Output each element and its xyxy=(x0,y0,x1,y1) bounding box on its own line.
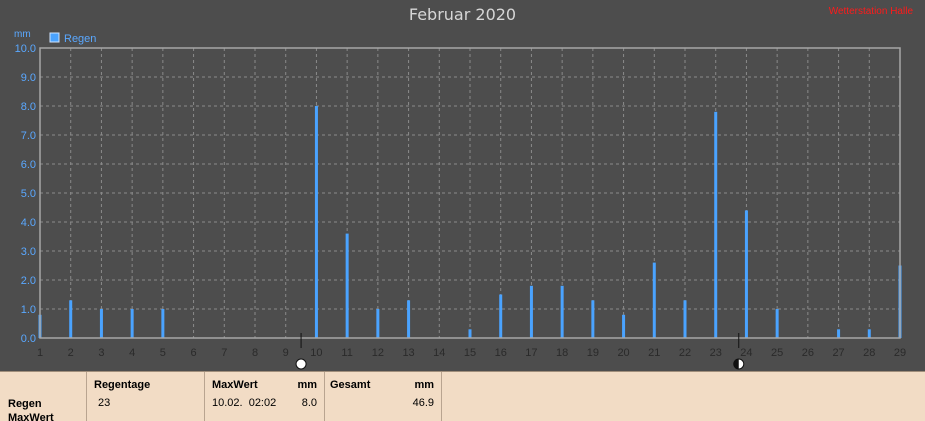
rain-chart: 0.01.02.03.04.05.06.07.08.09.010.01 2 3 4 5 6… xyxy=(14,29,906,370)
rain-bar xyxy=(69,300,73,338)
x-tick-label: 15 xyxy=(464,347,476,359)
rain-bar xyxy=(468,329,472,338)
x-tick-label: 8 xyxy=(252,347,258,359)
maxwert-header: MaxWert xyxy=(212,379,258,391)
gesamt-value: 46.9 xyxy=(412,397,434,409)
maxwert-value: 8.0 xyxy=(301,397,317,409)
legend-label: Regen xyxy=(64,33,96,45)
rain-bar xyxy=(314,106,318,338)
rain-bar xyxy=(161,309,165,338)
x-tick-label: 5 xyxy=(160,347,166,359)
grid xyxy=(40,48,900,338)
rain-bar xyxy=(683,300,687,338)
rain-bar xyxy=(591,300,595,338)
gesamt-cell: Gesamt mm 46.9 xyxy=(325,372,442,421)
y-tick-label: 3.0 xyxy=(21,246,36,258)
rain-bar xyxy=(837,329,841,338)
gesamt-unit: mm xyxy=(414,379,434,391)
x-tick-label: 6 xyxy=(191,347,197,359)
summary-row-labels: Regen MaxWert xyxy=(0,372,87,421)
x-tick-label: 14 xyxy=(433,347,445,359)
x-tick-label: 25 xyxy=(771,347,783,359)
x-tick-label: 12 xyxy=(372,347,384,359)
x-tick-label: 3 xyxy=(98,347,104,359)
regentage-header: Regentage xyxy=(94,379,151,391)
rain-bar xyxy=(407,300,411,338)
x-tick-label: 2 xyxy=(68,347,74,359)
x-tick-label: 18 xyxy=(556,347,568,359)
maxwert-date: 10.02. 02:02 xyxy=(212,397,277,409)
y-tick-label: 0.0 xyxy=(21,333,36,345)
rain-bar xyxy=(560,285,564,338)
y-tick-label: 7.0 xyxy=(21,130,36,142)
rain-bar xyxy=(714,111,718,338)
x-tick-label: 28 xyxy=(863,347,875,359)
y-tick-label: 8.0 xyxy=(21,101,36,113)
full-moon-icon xyxy=(295,358,307,370)
x-tick-label: 23 xyxy=(710,347,722,359)
y-tick-label: 4.0 xyxy=(21,217,36,229)
y-tick-label: 10.0 xyxy=(15,43,36,55)
rain-bar xyxy=(99,309,103,338)
maxwert-cell: MaxWert mm 10.02. 02:02 8.0 xyxy=(205,372,325,421)
rain-bar xyxy=(652,262,656,338)
x-tick-label: 19 xyxy=(587,347,599,359)
x-tick-label: 9 xyxy=(283,347,289,359)
moon-disc xyxy=(295,358,307,370)
rain-bar xyxy=(744,210,748,338)
maxwert-unit: mm xyxy=(297,379,317,391)
y-tick-label: 5.0 xyxy=(21,188,36,200)
regentage-value: 23 xyxy=(98,397,111,409)
rain-bar xyxy=(499,294,503,338)
regentage-cell: Regentage 23 xyxy=(87,372,205,421)
x-tick-label: 26 xyxy=(802,347,814,359)
x-tick-label: 11 xyxy=(341,347,352,359)
rain-bar xyxy=(775,309,779,338)
x-tick-label: 24 xyxy=(740,347,752,359)
y-tick-label: 9.0 xyxy=(21,72,36,84)
summary-panel: Regen MaxWert Regentage 23 MaxWert mm 10… xyxy=(0,371,925,421)
y-tick-label: 1.0 xyxy=(21,304,36,316)
x-tick-label: 21 xyxy=(648,347,660,359)
rain-bar xyxy=(130,309,134,338)
x-tick-label: 7 xyxy=(221,347,227,359)
x-tick-label: 13 xyxy=(402,347,414,359)
rain-bar xyxy=(867,329,871,338)
x-tick-label: 16 xyxy=(495,347,507,359)
x-tick-label: 10 xyxy=(310,347,322,359)
gesamt-header: Gesamt xyxy=(330,379,371,391)
y-axis-unit: mm xyxy=(14,29,31,40)
x-tick-label: 29 xyxy=(894,347,906,359)
x-tick-label: 4 xyxy=(129,347,135,359)
x-tick-label: 17 xyxy=(525,347,537,359)
rain-bar xyxy=(345,233,349,338)
x-tick-label: 20 xyxy=(617,347,629,359)
y-tick-label: 2.0 xyxy=(21,275,36,287)
new-moon-icon xyxy=(733,358,745,370)
rain-bar xyxy=(622,314,626,338)
row-label-regen: Regen xyxy=(8,398,42,410)
rain-bar xyxy=(376,309,380,338)
y-tick-label: 6.0 xyxy=(21,159,36,171)
x-tick-label: 27 xyxy=(832,347,844,359)
moon-shadow xyxy=(733,359,739,369)
x-tick-label: 22 xyxy=(679,347,691,359)
legend-swatch xyxy=(49,32,60,43)
x-tick-label: 1 xyxy=(37,347,43,359)
legend: Regen xyxy=(49,32,96,45)
rain-bar xyxy=(529,285,533,338)
